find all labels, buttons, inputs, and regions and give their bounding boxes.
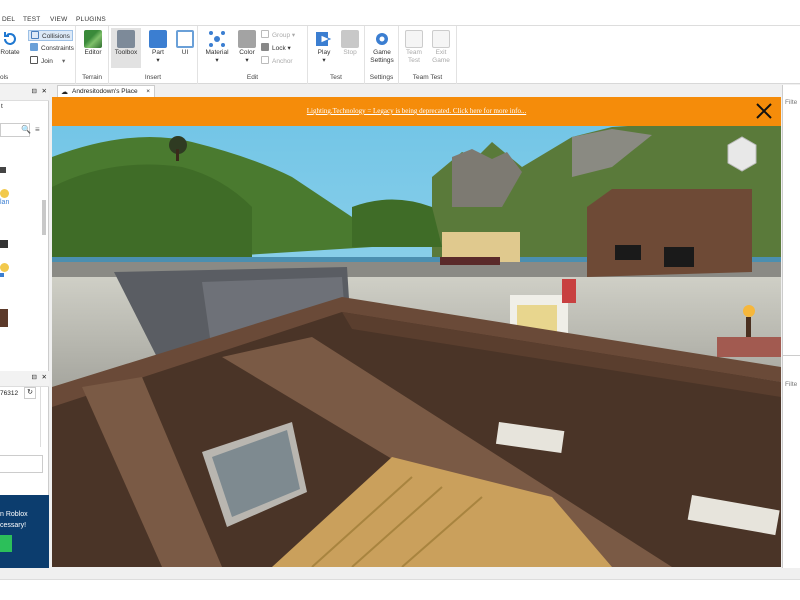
game-settings-button[interactable]: Game Settings: [368, 28, 396, 68]
refresh-icon[interactable]: ↻: [24, 387, 36, 399]
part-cube-icon: [149, 30, 167, 48]
pin-icon[interactable]: ⊟: [32, 373, 37, 381]
chevron-down-icon: ▾: [245, 57, 249, 64]
status-bar: [0, 579, 800, 600]
collisions-icon: [31, 31, 39, 39]
promo-banner[interactable]: n Roblox cessary!: [0, 495, 49, 568]
menu-view[interactable]: VIEW: [50, 16, 67, 23]
ui-icon: [176, 30, 194, 48]
anchor-icon: [261, 56, 269, 64]
menu-test[interactable]: TEST: [23, 16, 40, 23]
exit-game-button[interactable]: Exit Game: [427, 28, 455, 68]
close-icon[interactable]: ✕: [42, 373, 47, 381]
chevron-down-icon: ▾: [322, 57, 326, 64]
chevron-down-icon: ▾: [156, 57, 160, 64]
collisions-toggle[interactable]: Collisions: [28, 30, 73, 41]
play-button[interactable]: Play ▾: [310, 28, 338, 68]
material-icon: [208, 30, 226, 48]
group-icon: [261, 30, 269, 38]
stop-icon: [341, 30, 359, 48]
toolbox-button[interactable]: Toolbox: [111, 28, 141, 68]
filter-icon[interactable]: ≡: [35, 125, 40, 134]
toolbox-item-badge: [0, 263, 9, 272]
tab-close-icon[interactable]: ×: [146, 86, 150, 97]
game-viewport[interactable]: Lighting.Technology = Legacy is being de…: [52, 97, 781, 567]
toolbox-item-badge: [0, 189, 9, 198]
toolbox-scrollbar[interactable]: [42, 200, 46, 235]
exit-icon: [432, 30, 450, 48]
play-icon: [315, 30, 333, 48]
constraints-icon: [30, 43, 38, 51]
team-test-group: Team Test Exit Game Team Test: [399, 26, 457, 84]
menu-plugins[interactable]: PLUGINS: [76, 16, 106, 23]
color-button[interactable]: Color ▾: [233, 28, 261, 68]
toolbox-panel-header: t ⊟ ✕: [0, 85, 49, 110]
terrain-icon: [84, 30, 102, 48]
part-button[interactable]: Part ▾: [144, 28, 172, 68]
ribbon-toolbar: Rotate Collisions Constraints Join ▾ ols …: [0, 26, 800, 84]
terrain-group: Editor Terrain: [76, 26, 109, 84]
document-tab-bar: ☁ Andresitodown's Place ×: [52, 85, 780, 97]
tools-group: Rotate Collisions Constraints Join ▾ ols: [0, 26, 76, 84]
edit-group: Material ▾ Color ▾ Group ▾ Lock ▾ Anchor E…: [198, 26, 308, 84]
rotate-icon: [1, 30, 19, 48]
panel-scrollbar[interactable]: [40, 387, 47, 447]
stop-button[interactable]: Stop: [336, 28, 364, 68]
join-button[interactable]: Join ▾: [30, 56, 65, 67]
toolbox-item-thumb[interactable]: [0, 240, 8, 248]
settings-group: Game Settings Settings: [365, 26, 399, 84]
color-swatch-icon: [238, 30, 256, 48]
rotate-button[interactable]: Rotate: [0, 28, 24, 68]
anchor-button[interactable]: Anchor: [261, 56, 293, 67]
toolbox-item-thumb[interactable]: [0, 167, 6, 173]
command-input[interactable]: [0, 455, 43, 473]
right-dock-panel: Filte Filte: [765, 85, 800, 568]
left-dock-panel: t ⊟ ✕ 🔍 ≡ lan ⊟ ✕ 76312 ↻ n Roblox cessa…: [0, 85, 49, 568]
material-button[interactable]: Material ▾: [203, 28, 231, 68]
document-tab[interactable]: ☁ Andresitodown's Place ×: [57, 85, 155, 97]
ui-button[interactable]: UI: [171, 28, 199, 68]
lock-icon: [261, 43, 269, 51]
team-test-button[interactable]: Team Test: [400, 28, 428, 68]
chevron-down-icon: ▾: [215, 57, 219, 64]
close-icon[interactable]: ✕: [42, 87, 47, 95]
deprecation-banner: Lighting.Technology = Legacy is being de…: [52, 97, 781, 126]
menu-bar: DEL TEST VIEW PLUGINS: [0, 0, 800, 26]
lock-button[interactable]: Lock ▾: [261, 43, 291, 54]
team-test-icon: [405, 30, 423, 48]
close-icon[interactable]: [755, 102, 773, 120]
chevron-down-icon: ▾: [61, 58, 66, 65]
constraints-button[interactable]: Constraints: [30, 43, 74, 54]
gear-icon: [373, 30, 391, 48]
test-group: Play ▾ Stop Test: [308, 26, 365, 84]
toolbox-item-link[interactable]: [0, 273, 4, 277]
promo-button[interactable]: [0, 535, 12, 552]
search-icon[interactable]: 🔍: [21, 125, 31, 134]
insert-group: Toolbox Part ▾ UI Insert: [109, 26, 198, 84]
menu-model[interactable]: DEL: [2, 16, 15, 23]
group-button[interactable]: Group ▾: [261, 30, 295, 41]
properties-panel-header: ⊟ ✕: [0, 371, 49, 387]
join-checkbox-icon: [30, 56, 38, 64]
toolbox-item-thumb[interactable]: [0, 309, 8, 327]
panel-divider: [783, 355, 800, 356]
scene-render: [52, 97, 781, 567]
pin-icon[interactable]: ⊟: [32, 87, 37, 95]
terrain-editor-button[interactable]: Editor: [79, 28, 107, 68]
toolbox-icon: [117, 30, 135, 48]
deprecation-info-link[interactable]: Lighting.Technology = Legacy is being de…: [52, 107, 781, 115]
